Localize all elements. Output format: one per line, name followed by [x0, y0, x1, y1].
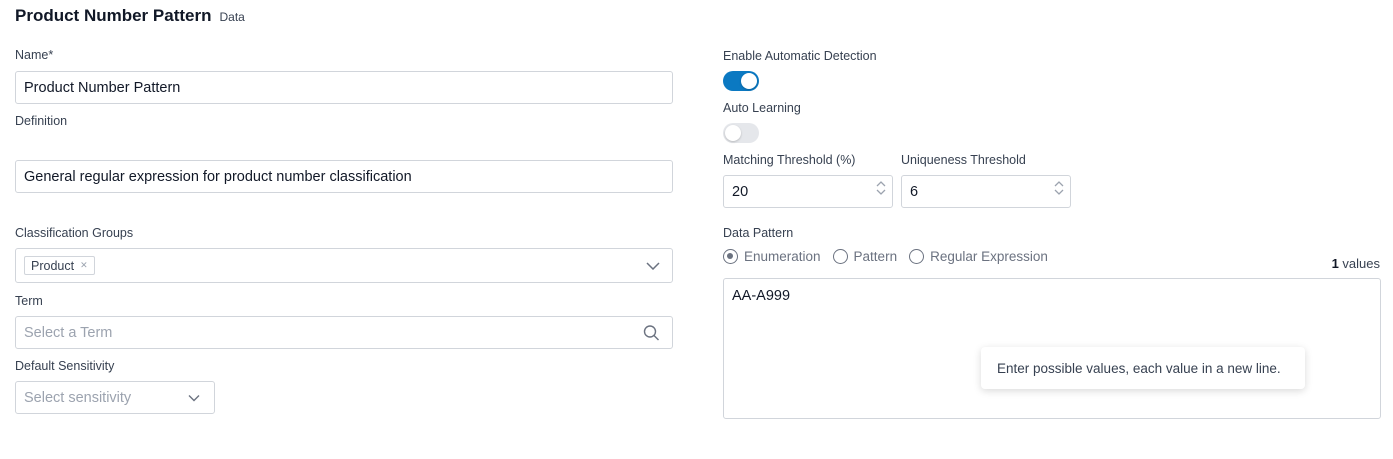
data-pattern-radio-group: Enumeration Pattern Regular Expression	[723, 249, 1048, 264]
radio-label: Enumeration	[744, 249, 821, 264]
classification-chip: Product ✕	[24, 256, 95, 275]
name-label: Name*	[15, 48, 54, 62]
sensitivity-label: Default Sensitivity	[15, 359, 115, 373]
matching-threshold-value: 20	[732, 183, 749, 200]
values-count-suffix: values	[1338, 256, 1380, 271]
name-input[interactable]: Product Number Pattern	[15, 71, 673, 104]
search-icon[interactable]	[643, 324, 660, 341]
data-pattern-value: AA-A999	[732, 288, 791, 304]
term-search-input[interactable]: Select a Term	[15, 316, 673, 349]
name-value: Product Number Pattern	[24, 79, 181, 96]
page-subtitle: Data	[219, 10, 245, 24]
values-count: 1 values	[1332, 256, 1380, 271]
radio-label: Regular Expression	[930, 249, 1048, 264]
page-header: Product Number Pattern Data	[15, 6, 245, 26]
radio-checked-icon[interactable]	[723, 249, 738, 264]
matching-threshold-input[interactable]: 20	[723, 175, 893, 208]
definition-input[interactable]: General regular expression for product n…	[15, 160, 673, 193]
auto-detection-toggle[interactable]	[723, 71, 759, 91]
auto-learning-toggle[interactable]	[723, 123, 759, 143]
classification-groups-select[interactable]: Product ✕	[15, 248, 673, 283]
radio-pattern[interactable]: Pattern	[832, 249, 898, 264]
term-placeholder: Select a Term	[24, 324, 113, 341]
definition-value: General regular expression for product n…	[24, 168, 412, 185]
auto-detection-label: Enable Automatic Detection	[723, 49, 877, 63]
toggle-knob	[741, 73, 757, 89]
chevron-down-icon[interactable]	[646, 261, 660, 270]
tooltip-text: Enter possible values, each value in a n…	[997, 360, 1281, 376]
radio-unchecked-icon[interactable]	[832, 249, 848, 264]
radio-unchecked-icon[interactable]	[909, 249, 925, 264]
radio-regular-expression[interactable]: Regular Expression	[909, 249, 1048, 264]
data-pattern-tooltip: Enter possible values, each value in a n…	[981, 347, 1305, 389]
classification-chip-label: Product	[31, 258, 75, 273]
radio-label: Pattern	[853, 249, 898, 264]
matching-threshold-label: Matching Threshold (%)	[723, 153, 856, 167]
stepper-icon[interactable]	[876, 181, 886, 195]
definition-label: Definition	[15, 114, 68, 128]
data-pattern-label: Data Pattern	[723, 226, 794, 240]
sensitivity-select[interactable]: Select sensitivity	[15, 381, 215, 414]
chip-remove-icon[interactable]: ✕	[80, 260, 88, 271]
toggle-knob	[725, 125, 741, 141]
uniqueness-threshold-input[interactable]: 6	[901, 175, 1071, 208]
page-title: Product Number Pattern	[15, 6, 212, 25]
radio-enumeration[interactable]: Enumeration	[723, 249, 821, 264]
values-count-number: 1	[1331, 256, 1339, 271]
auto-learning-label: Auto Learning	[723, 101, 801, 115]
uniqueness-threshold-label: Uniqueness Threshold	[901, 153, 1026, 167]
classification-groups-label: Classification Groups	[15, 226, 134, 240]
uniqueness-threshold-value: 6	[910, 183, 919, 200]
chevron-down-icon[interactable]	[188, 394, 200, 401]
sensitivity-placeholder: Select sensitivity	[24, 389, 132, 406]
stepper-icon[interactable]	[1054, 181, 1064, 195]
term-label: Term	[15, 294, 43, 308]
